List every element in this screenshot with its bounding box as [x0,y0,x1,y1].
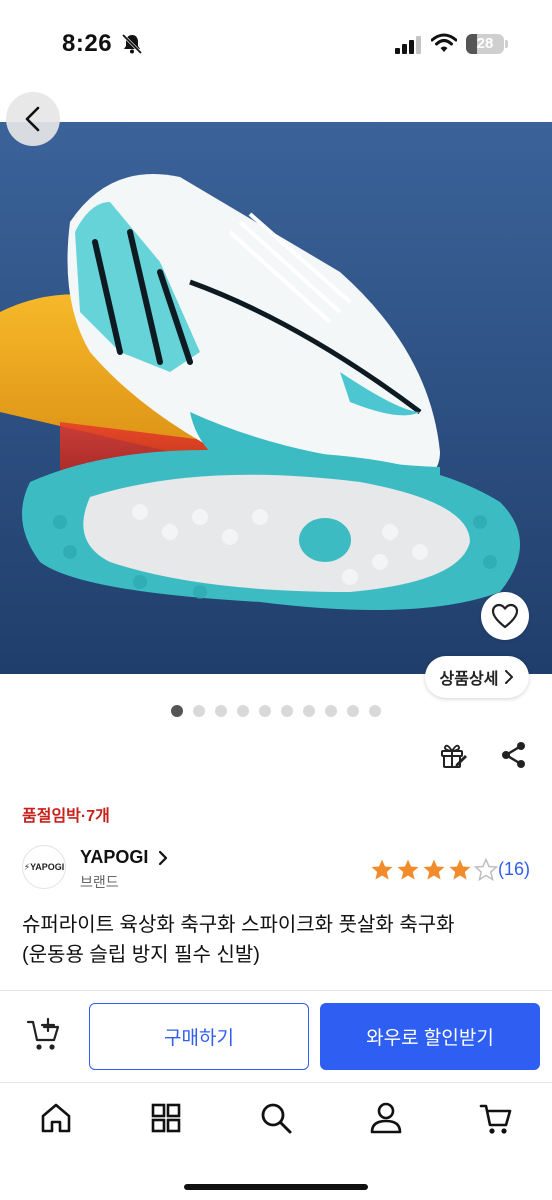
back-button[interactable] [6,92,60,146]
carousel-dot[interactable] [281,705,293,717]
share-icon[interactable] [500,741,528,769]
brand-name-link[interactable]: YAPOGI [80,847,148,868]
chevron-left-icon [25,106,40,132]
brand-logo-text: ⚡YAPOGI [23,861,65,872]
carousel-dot[interactable] [171,705,183,717]
battery-indicator: 28 [466,34,504,54]
product-image[interactable] [0,122,552,674]
home-icon[interactable] [39,1101,73,1135]
chevron-right-icon [505,670,514,684]
bell-muted-icon [121,33,143,55]
chevron-right-icon [158,850,168,866]
soccer-shoes-illustration [0,122,552,674]
category-icon[interactable] [149,1101,183,1135]
carousel-dot[interactable] [215,705,227,717]
carousel-dot[interactable] [303,705,315,717]
status-bar: 8:26 28 [0,0,552,90]
product-title-line2: (운동용 슬립 방지 필수 신발) [22,944,260,966]
rating-stars[interactable] [370,858,498,882]
carousel-dot[interactable] [325,705,337,717]
buy-button[interactable]: 구매하기 [89,1003,309,1070]
product-title-line1: 슈퍼라이트 육상화 축구화 스파이크화 풋살화 축구화 [22,914,455,936]
cellular-signal-icon [395,36,421,54]
status-time: 8:26 [62,30,113,57]
carousel-dot[interactable] [237,705,249,717]
product-detail-label: 상품상세 [439,671,499,688]
carousel-dot[interactable] [347,705,359,717]
wishlist-button[interactable] [481,592,529,640]
heart-icon [491,603,519,629]
product-detail-button[interactable]: 상품상세 [425,656,529,698]
cart-icon[interactable] [479,1101,513,1135]
wifi-icon [431,33,457,52]
star-filled-icon [371,859,393,880]
carousel-dot[interactable] [259,705,271,717]
star-filled-icon [423,859,445,880]
product-title: 슈퍼라이트 육상화 축구화 스파이크화 풋살화 축구화 (운동용 슬립 방지 필… [22,910,542,970]
wow-discount-button[interactable]: 와우로 할인받기 [320,1003,540,1070]
gift-icon[interactable] [438,740,468,770]
review-count[interactable]: (16) [498,859,530,880]
stock-notice: 품절임박·7개 [22,808,110,825]
star-filled-icon [449,859,471,880]
search-icon[interactable] [259,1101,293,1135]
carousel-dots [171,705,381,717]
bottom-nav [0,1082,552,1200]
carousel-dot[interactable] [193,705,205,717]
brand-sublabel: 브랜드 [80,874,119,890]
star-filled-icon [397,859,419,880]
add-to-cart-icon[interactable] [26,1016,64,1054]
carousel-dot[interactable] [369,705,381,717]
battery-tip [505,40,508,48]
brand-logo[interactable]: ⚡YAPOGI [22,845,66,889]
user-icon[interactable] [369,1101,403,1135]
star-empty-icon [474,858,498,882]
battery-percent: 28 [476,35,494,52]
home-indicator [184,1184,368,1190]
